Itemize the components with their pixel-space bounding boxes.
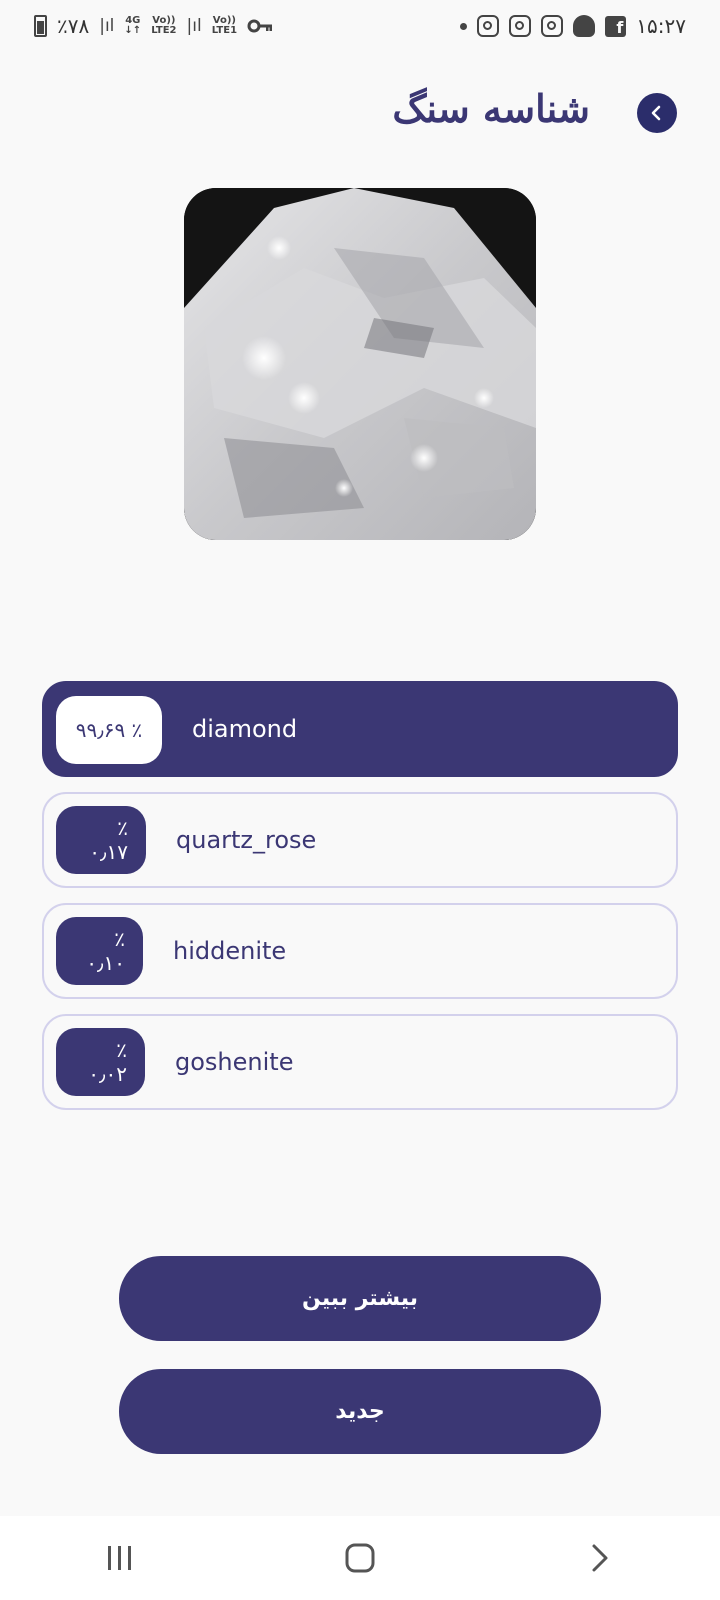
header: شناسه سنگ bbox=[0, 86, 720, 142]
results-list: ٪ ۹۹٫۶۹ diamond ٪ ۰٫۱۷ quartz_rose ٪ ۰٫۱… bbox=[42, 681, 678, 1125]
signal-icon: |ıl bbox=[99, 16, 115, 36]
result-row-goshenite[interactable]: ٪ ۰٫۰۲ goshenite bbox=[42, 1014, 678, 1110]
volte-lte2: Vo)) LTE2 bbox=[151, 15, 177, 36]
instagram-icon bbox=[541, 15, 564, 37]
status-left: ٪۷۸ |ıl 4G ↓↑ Vo)) LTE2 |ıl Vo)) LTE1 bbox=[34, 14, 273, 38]
home-icon bbox=[345, 1543, 375, 1573]
percent-badge: ٪ ۰٫۱۰ bbox=[56, 917, 143, 985]
instagram-icon bbox=[509, 15, 532, 37]
key-icon bbox=[247, 19, 273, 33]
result-row-quartz-rose[interactable]: ٪ ۰٫۱۷ quartz_rose bbox=[42, 792, 678, 888]
recents-button[interactable] bbox=[90, 1528, 150, 1588]
dot-icon bbox=[460, 22, 468, 30]
percent-badge: ٪ ۰٫۰۲ bbox=[56, 1028, 145, 1096]
battery-icon bbox=[34, 15, 47, 37]
facebook-icon: f bbox=[605, 15, 627, 37]
back-icon bbox=[592, 1544, 608, 1572]
network-4g: 4G ↓↑ bbox=[124, 15, 142, 36]
result-name: hiddenite bbox=[173, 937, 287, 965]
result-row-hiddenite[interactable]: ٪ ۰٫۱۰ hiddenite bbox=[42, 903, 678, 999]
battery-text: ٪۷۸ bbox=[57, 14, 90, 38]
signal-icon: |ıl bbox=[186, 16, 202, 36]
back-nav-button[interactable] bbox=[570, 1528, 630, 1588]
result-name: goshenite bbox=[175, 1048, 294, 1076]
instagram-icon bbox=[477, 15, 500, 37]
home-button[interactable] bbox=[330, 1528, 390, 1588]
recents-icon bbox=[108, 1546, 131, 1570]
status-right: f ۱۵:۲۷ bbox=[460, 14, 686, 38]
stone-photo bbox=[184, 188, 536, 540]
see-more-button[interactable]: بیشتر ببین bbox=[119, 1256, 601, 1341]
new-button[interactable]: جدید bbox=[119, 1369, 601, 1454]
result-row-diamond[interactable]: ٪ ۹۹٫۶۹ diamond bbox=[42, 681, 678, 777]
volte-lte1: Vo)) LTE1 bbox=[211, 15, 238, 36]
status-bar: ٪۷۸ |ıl 4G ↓↑ Vo)) LTE2 |ıl Vo)) LTE1 f ۱۵:… bbox=[0, 0, 720, 52]
back-button[interactable] bbox=[637, 93, 677, 133]
snapchat-icon bbox=[573, 15, 596, 37]
system-nav-bar bbox=[0, 1516, 720, 1600]
chevron-left-icon bbox=[651, 105, 661, 121]
clock: ۱۵:۲۷ bbox=[636, 14, 686, 38]
page-title: شناسه سنگ bbox=[392, 86, 590, 131]
result-name: quartz_rose bbox=[176, 826, 317, 854]
result-name: diamond bbox=[192, 715, 298, 743]
percent-badge: ٪ ۹۹٫۶۹ bbox=[56, 696, 162, 764]
percent-badge: ٪ ۰٫۱۷ bbox=[56, 806, 146, 874]
